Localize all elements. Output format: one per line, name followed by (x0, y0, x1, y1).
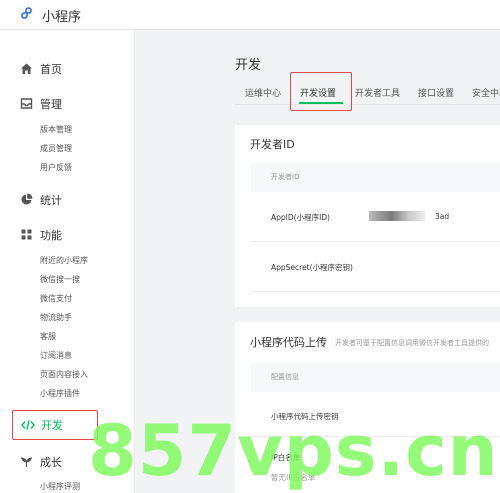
appsecret-row: AppSecret(小程序密钥) (251, 242, 500, 292)
sidebar-item-search[interactable]: 微信搜一搜 (40, 275, 80, 285)
redacted-mask (369, 211, 425, 221)
sidebar-item-pay[interactable]: 微信支付 (40, 294, 72, 304)
miniprogram-logo-icon (21, 7, 32, 19)
sidebar-item-version[interactable]: 版本管理 (40, 125, 72, 135)
sidebar-item-stats[interactable]: 统计 (0, 189, 135, 211)
sidebar-item-plugins[interactable]: 小程序插件 (40, 389, 80, 399)
sprout-icon (20, 457, 33, 467)
tab-dev-tools[interactable]: 开发者工具 (355, 86, 400, 99)
header-label: 开发者ID (271, 173, 300, 181)
code-icon (21, 420, 35, 430)
sidebar-item-service[interactable]: 客服 (40, 332, 56, 342)
sidebar-item-subscribe[interactable]: 订阅消息 (40, 351, 72, 361)
header-label: 配置信息 (271, 373, 299, 381)
sidebar-item-evaluation[interactable]: 小程序评测 (40, 482, 80, 492)
sidebar-group-manage[interactable]: 管理 (0, 93, 135, 115)
appid-row: AppID(小程序ID) 3ad (251, 192, 500, 242)
sidebar-item-dev[interactable]: 开发 (12, 410, 98, 440)
sidebar-group-label: 管理 (40, 98, 62, 111)
appid-label: AppID(小程序ID) (271, 213, 330, 222)
tab-bar-divider (235, 104, 500, 105)
appsecret-label: AppSecret(小程序密钥) (271, 263, 353, 272)
sidebar-item-page-content[interactable]: 页面内容接入 (40, 370, 88, 380)
tab-security[interactable]: 安全中心 (472, 86, 500, 99)
developer-id-card: 开发者ID 开发者ID AppID(小程序ID) 3ad AppSecret(小… (235, 125, 500, 307)
card-description: 开发者可基于配置信息调用微信开发者工具提供的 (335, 339, 489, 347)
page-title: 开发 (235, 58, 262, 73)
card-title: 小程序代码上传 (250, 336, 327, 349)
card-title: 开发者ID (250, 138, 295, 151)
home-icon (21, 63, 32, 74)
active-tab-highlight (290, 72, 352, 111)
app-title: 小程序 (42, 10, 82, 25)
tab-api-settings[interactable]: 接口设置 (418, 86, 454, 99)
sidebar-item-label: 统计 (40, 194, 62, 207)
upload-config-header: 配置信息 (251, 362, 500, 392)
developer-id-header: 开发者ID (251, 162, 500, 192)
sidebar-group-label: 成长 (40, 456, 62, 469)
sidebar-group-label: 功能 (40, 229, 62, 242)
sidebar-item-label: 首页 (40, 63, 62, 76)
tab-ops[interactable]: 运维中心 (245, 86, 281, 99)
pie-chart-icon (21, 193, 33, 205)
inbox-icon (20, 98, 33, 109)
sidebar-item-logistics[interactable]: 物流助手 (40, 313, 72, 323)
sidebar-group-features[interactable]: 功能 (0, 224, 135, 246)
sidebar-item-feedback[interactable]: 用户反馈 (40, 163, 72, 173)
appid-value[interactable]: 3ad (435, 212, 449, 221)
sidebar-item-nearby[interactable]: 附近的小程序 (40, 256, 88, 266)
sidebar-item-home[interactable]: 首页 (0, 58, 135, 80)
sidebar-item-members[interactable]: 成员管理 (40, 144, 72, 154)
sidebar-item-label: 开发 (41, 419, 63, 432)
watermark-text: 857vps.cn (88, 410, 499, 492)
top-bar: 小程序 (0, 0, 500, 30)
grid-icon (21, 229, 32, 240)
